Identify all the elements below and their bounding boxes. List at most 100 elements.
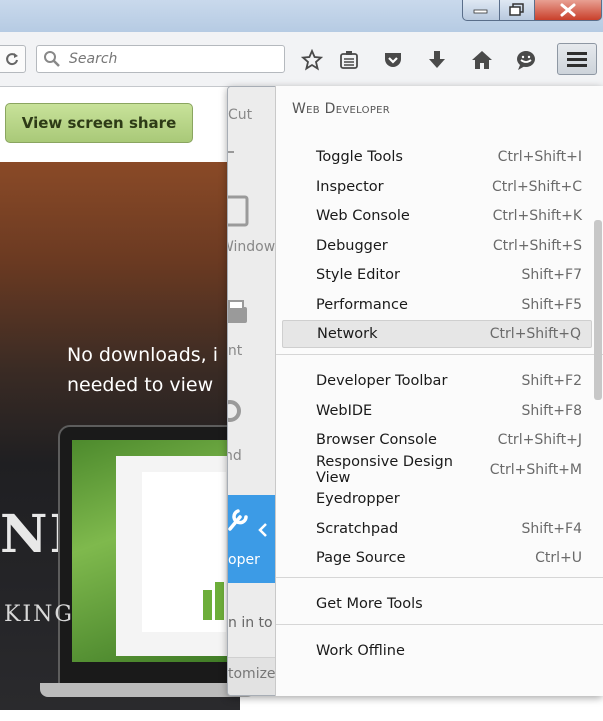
window-title-bar (0, 0, 603, 32)
menu-item-developer-toolbar[interactable]: Developer Toolbar Shift+F2 (282, 367, 592, 395)
reload-icon (6, 53, 18, 66)
laptop-chart-bar (203, 590, 212, 620)
menu-item-label: Eyedropper (316, 491, 400, 507)
close-button[interactable] (534, 0, 602, 21)
menu-item-page-source[interactable]: Page Source Ctrl+U (282, 544, 592, 572)
menu-item-web-console[interactable]: Web Console Ctrl+Shift+K (282, 202, 592, 230)
menu-item-network[interactable]: Network Ctrl+Shift+Q (282, 320, 592, 348)
bookmark-star-icon (301, 49, 323, 71)
menu-item-performance[interactable]: Performance Shift+F5 (282, 291, 592, 319)
menu-item-shortcut: Shift+F4 (521, 520, 582, 537)
customize-footer[interactable]: tomize (228, 657, 276, 695)
view-screen-share-button[interactable]: View screen share (5, 103, 193, 143)
menu-item-eyedropper[interactable]: Eyedropper (282, 485, 592, 513)
new-window-label[interactable]: Window (228, 239, 275, 255)
subview-title: Web Developer (292, 101, 391, 117)
menu-item-label: Toggle Tools (316, 149, 403, 165)
menu-item-label: Inspector (316, 178, 384, 195)
menu-item-shortcut: Ctrl+Shift+K (492, 208, 582, 224)
main-menu-items: Cut Window int nd oper n in to S tomize (228, 87, 286, 695)
menu-item-shortcut: Shift+F8 (521, 402, 582, 419)
scrollbar[interactable] (594, 220, 602, 400)
search-bar[interactable] (36, 45, 285, 73)
laptop-chart-area (142, 472, 226, 632)
menu-item-shortcut: Shift+F5 (521, 296, 582, 313)
hamburger-menu-icon (567, 52, 587, 67)
minimize-button[interactable] (462, 0, 500, 21)
web-developer-subview: Web Developer Toggle Tools Ctrl+Shift+I In… (275, 86, 603, 696)
minimize-icon (473, 9, 488, 14)
hero-text-line-2: needed to view (67, 374, 214, 396)
menu-item-browser-console[interactable]: Browser Console Ctrl+Shift+J (282, 426, 592, 454)
menu-item-scratchpad[interactable]: Scratchpad Shift+F4 (282, 515, 592, 543)
menu-item-shortcut: Shift+F7 (521, 267, 582, 283)
menu-item-label: Web Console (316, 208, 410, 224)
menu-separator (276, 624, 603, 625)
developer-label: oper (228, 552, 260, 568)
download-icon (429, 51, 445, 68)
menu-item-shortcut: Ctrl+Shift+I (497, 149, 582, 165)
laptop-chart-bar (215, 582, 224, 620)
menu-item-inspector[interactable]: Inspector Ctrl+Shift+C (282, 173, 592, 201)
bookmark-button[interactable] (298, 46, 326, 74)
menu-item-shortcut: Ctrl+Shift+M (489, 461, 582, 478)
chat-icon (517, 51, 535, 70)
developer-item-active[interactable]: oper (228, 495, 276, 583)
wrench-icon (228, 509, 248, 531)
hero-background-letters-2: KING (4, 602, 74, 627)
menu-item-get-more-tools[interactable]: Get More Tools (282, 590, 592, 618)
menu-item-shortcut: Ctrl+Shift+J (497, 432, 582, 448)
menu-item-label: Get More Tools (316, 596, 423, 612)
menu-item-label: Debugger (316, 237, 388, 254)
menu-item-label: Style Editor (316, 267, 400, 283)
hero-text-line-1: No downloads, i (67, 344, 219, 366)
menu-item-label: Network (317, 326, 378, 342)
menu-separator (276, 577, 603, 578)
menu-item-toggle-tools[interactable]: Toggle Tools Ctrl+Shift+I (282, 143, 592, 171)
find-icon (228, 400, 241, 422)
maximize-button[interactable] (499, 0, 535, 21)
cut-label[interactable]: Cut (228, 107, 252, 123)
menu-item-label: Performance (316, 296, 408, 313)
menu-item-responsive-design-view[interactable]: Responsive Design View Ctrl+Shift+M (282, 453, 592, 486)
reload-button[interactable] (0, 45, 26, 73)
hero-text: No downloads, i needed to view (67, 340, 237, 400)
home-icon (472, 51, 492, 69)
print-icon (228, 300, 247, 323)
menu-item-shortcut: Shift+F2 (521, 373, 582, 389)
menu-item-style-editor[interactable]: Style Editor Shift+F7 (282, 261, 592, 289)
menu-separator (276, 354, 603, 355)
close-icon (560, 3, 576, 17)
menu-item-shortcut: Ctrl+Shift+Q (489, 326, 581, 342)
chat-button[interactable] (512, 46, 540, 74)
open-menu-button[interactable] (557, 43, 597, 75)
maximize-icon (509, 3, 524, 16)
separator (228, 151, 234, 153)
menu-item-debugger[interactable]: Debugger Ctrl+Shift+S (282, 232, 592, 260)
menu-item-label: Work Offline (316, 643, 405, 659)
find-label[interactable]: nd (228, 448, 242, 464)
menu-item-work-offline[interactable]: Work Offline (282, 637, 592, 665)
pocket-button[interactable] (379, 46, 407, 74)
menu-item-shortcut: Ctrl+Shift+C (492, 178, 582, 195)
laptop-base (40, 683, 255, 697)
search-icon (44, 51, 60, 67)
chevron-left-icon (258, 523, 267, 537)
home-button[interactable] (468, 46, 496, 74)
menu-item-label: Scratchpad (316, 520, 399, 537)
reading-list-button[interactable] (335, 46, 363, 74)
menu-item-label: Browser Console (316, 432, 437, 448)
menu-item-webide[interactable]: WebIDE Shift+F8 (282, 397, 592, 425)
menu-item-label: Developer Toolbar (316, 373, 448, 389)
menu-item-shortcut: Ctrl+Shift+S (492, 237, 582, 254)
menu-item-shortcut: Ctrl+U (535, 550, 582, 566)
search-input[interactable] (67, 50, 271, 68)
pocket-icon (385, 53, 401, 67)
customize-label: tomize (228, 666, 276, 682)
menu-item-label: Responsive Design View (316, 453, 453, 486)
print-label[interactable]: int (228, 343, 242, 359)
menu-item-label: WebIDE (316, 402, 373, 419)
downloads-button[interactable] (423, 46, 451, 74)
reading-list-icon (340, 51, 358, 69)
window-icon (228, 195, 249, 227)
